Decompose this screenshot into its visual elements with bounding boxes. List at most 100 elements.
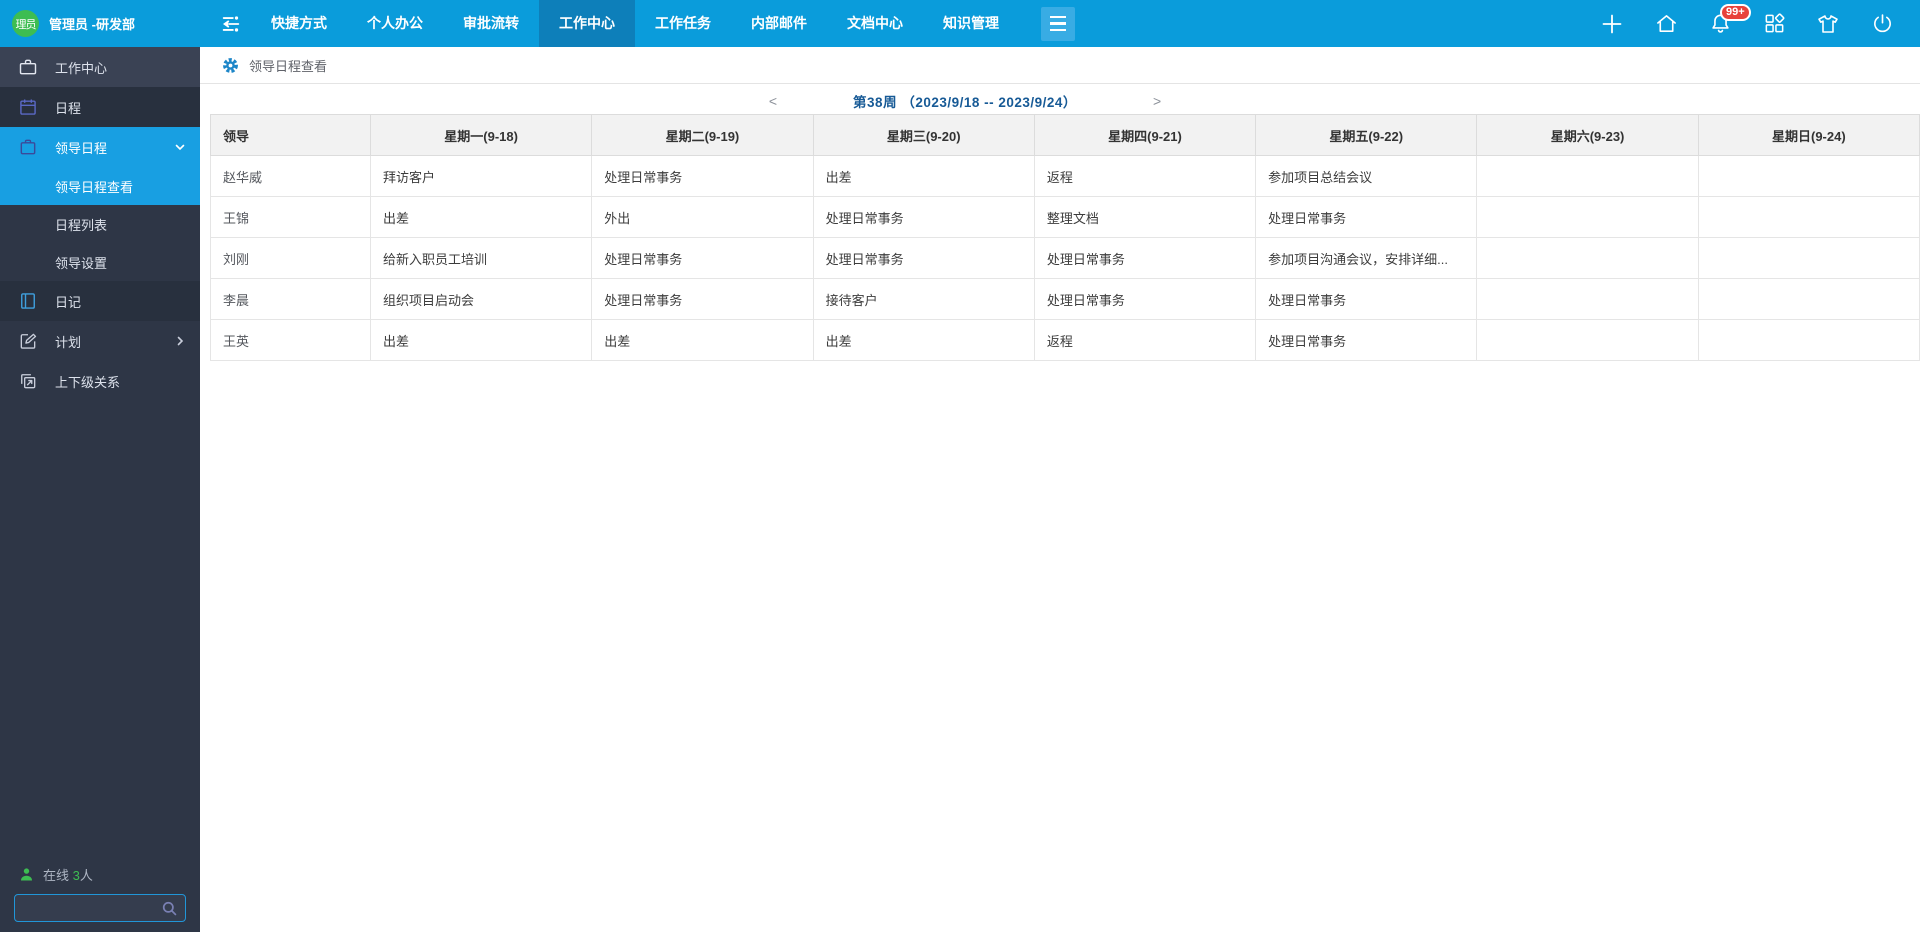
top-menu-item[interactable]: 个人办公 bbox=[347, 0, 443, 47]
schedule-cell: 处理日常事务 bbox=[592, 238, 813, 279]
schedule-cell: 外出 bbox=[592, 197, 813, 238]
column-header-day: 星期四(9-21) bbox=[1034, 115, 1255, 156]
notifications-icon[interactable]: 99+ bbox=[1708, 12, 1732, 36]
schedule-cell: 处理日常事务 bbox=[1256, 279, 1477, 320]
notification-badge: 99+ bbox=[1720, 4, 1751, 21]
sidebar-search-box bbox=[14, 894, 186, 922]
sidebar-item-hierarchy[interactable]: 上下级关系 bbox=[0, 361, 200, 401]
page-title: 领导日程查看 bbox=[249, 56, 327, 75]
sidebar-item-schedule[interactable]: 日程 bbox=[0, 87, 200, 127]
top-menu-item[interactable]: 审批流转 bbox=[443, 0, 539, 47]
relation-icon bbox=[18, 371, 38, 391]
page-header: 领导日程查看 bbox=[200, 47, 1920, 84]
schedule-cell bbox=[1698, 238, 1919, 279]
schedule-row: 王英出差出差出差返程处理日常事务 bbox=[211, 320, 1920, 361]
sidebar-item-diary[interactable]: 日记 bbox=[0, 281, 200, 321]
schedule-cell: 处理日常事务 bbox=[592, 156, 813, 197]
logout-icon[interactable] bbox=[1870, 12, 1894, 36]
schedule-table-wrapper: 领导星期一(9-18)星期二(9-19)星期三(9-20)星期四(9-21)星期… bbox=[210, 114, 1920, 361]
sidebar-item-leader-schedule[interactable]: 领导日程 bbox=[0, 127, 200, 167]
leader-name-cell: 赵华威 bbox=[211, 156, 371, 197]
leader-name-cell: 王英 bbox=[211, 320, 371, 361]
sidebar-item-label: 日记 bbox=[55, 292, 186, 311]
previous-week-button[interactable]: < bbox=[763, 93, 783, 109]
schedule-cell: 组织项目启动会 bbox=[371, 279, 592, 320]
schedule-cell bbox=[1477, 320, 1698, 361]
schedule-cell: 处理日常事务 bbox=[1034, 279, 1255, 320]
sidebar-subitem-schedule-list[interactable]: 日程列表 bbox=[0, 205, 200, 243]
sidebar: 工作中心 日程 领导日程 领导日程查看 日程列表 领导设置 日记 bbox=[0, 47, 200, 932]
schedule-cell: 出差 bbox=[371, 197, 592, 238]
sidebar-subitem-label: 领导日程查看 bbox=[55, 177, 133, 196]
schedule-cell: 给新入职员工培训 bbox=[371, 238, 592, 279]
schedule-row: 刘刚给新入职员工培训处理日常事务处理日常事务处理日常事务参加项目沟通会议，安排详… bbox=[211, 238, 1920, 279]
schedule-cell: 处理日常事务 bbox=[813, 238, 1034, 279]
online-label: 在线 3人 bbox=[43, 865, 93, 884]
sidebar-item-label: 计划 bbox=[55, 332, 174, 351]
schedule-cell bbox=[1477, 197, 1698, 238]
schedule-cell bbox=[1698, 197, 1919, 238]
schedule-cell: 返程 bbox=[1034, 156, 1255, 197]
schedule-cell: 参加项目总结会议 bbox=[1256, 156, 1477, 197]
schedule-cell: 返程 bbox=[1034, 320, 1255, 361]
calendar-icon bbox=[18, 97, 38, 117]
schedule-cell: 出差 bbox=[592, 320, 813, 361]
sidebar-subitem-leader-settings[interactable]: 领导设置 bbox=[0, 243, 200, 281]
table-header-row: 领导星期一(9-18)星期二(9-19)星期三(9-20)星期四(9-21)星期… bbox=[211, 115, 1920, 156]
week-range-label: 第38周 （2023/9/18 -- 2023/9/24） bbox=[853, 91, 1077, 111]
column-header-day: 星期日(9-24) bbox=[1698, 115, 1919, 156]
schedule-cell: 处理日常事务 bbox=[1034, 238, 1255, 279]
online-count: 3 bbox=[73, 868, 80, 883]
more-menu-button[interactable] bbox=[1041, 7, 1075, 41]
top-menu-item[interactable]: 工作中心 bbox=[539, 0, 635, 47]
column-header-day: 星期二(9-19) bbox=[592, 115, 813, 156]
column-header-day: 星期五(9-22) bbox=[1256, 115, 1477, 156]
column-header-leader: 领导 bbox=[211, 115, 371, 156]
schedule-cell bbox=[1698, 156, 1919, 197]
leader-schedule-table: 领导星期一(9-18)星期二(9-19)星期三(9-20)星期四(9-21)星期… bbox=[210, 114, 1920, 361]
schedule-cell: 处理日常事务 bbox=[1256, 197, 1477, 238]
sidebar-item-label: 领导日程 bbox=[55, 138, 174, 157]
leader-schedule-icon bbox=[18, 137, 38, 157]
schedule-cell: 接待客户 bbox=[813, 279, 1034, 320]
topbar-icons: 99+ bbox=[1600, 12, 1894, 36]
sidebar-item-label: 日程 bbox=[55, 98, 186, 117]
sidebar-item-plan[interactable]: 计划 bbox=[0, 321, 200, 361]
home-icon[interactable] bbox=[1654, 12, 1678, 36]
top-menu-item[interactable]: 知识管理 bbox=[923, 0, 1019, 47]
sidebar-item-label: 工作中心 bbox=[55, 58, 186, 77]
top-menu: 快捷方式个人办公审批流转工作中心工作任务内部邮件文档中心知识管理 bbox=[251, 0, 1019, 47]
edit-icon bbox=[18, 331, 38, 351]
search-icon[interactable] bbox=[160, 899, 179, 918]
leader-name-cell: 王锦 bbox=[211, 197, 371, 238]
online-panel: 在线 3人 bbox=[0, 865, 200, 922]
schedule-cell: 处理日常事务 bbox=[592, 279, 813, 320]
column-header-day: 星期三(9-20) bbox=[813, 115, 1034, 156]
top-menu-item[interactable]: 内部邮件 bbox=[731, 0, 827, 47]
next-week-button[interactable]: > bbox=[1147, 93, 1167, 109]
collapse-sidebar-icon[interactable] bbox=[211, 0, 251, 47]
schedule-cell: 拜访客户 bbox=[371, 156, 592, 197]
apps-icon[interactable] bbox=[1762, 12, 1786, 36]
current-user[interactable]: 理员 管理员 -研发部 bbox=[0, 10, 205, 37]
theme-icon[interactable] bbox=[1816, 12, 1840, 36]
schedule-cell bbox=[1698, 320, 1919, 361]
chevron-down-icon bbox=[174, 141, 186, 153]
leader-name-cell: 李晨 bbox=[211, 279, 371, 320]
schedule-row: 李晨组织项目启动会处理日常事务接待客户处理日常事务处理日常事务 bbox=[211, 279, 1920, 320]
add-icon[interactable] bbox=[1600, 12, 1624, 36]
search-input[interactable] bbox=[15, 895, 153, 921]
top-menu-item[interactable]: 文档中心 bbox=[827, 0, 923, 47]
chevron-right-icon bbox=[174, 335, 186, 347]
schedule-cell: 出差 bbox=[813, 320, 1034, 361]
sidebar-item-work-center[interactable]: 工作中心 bbox=[0, 47, 200, 87]
top-menu-item[interactable]: 工作任务 bbox=[635, 0, 731, 47]
schedule-cell bbox=[1477, 156, 1698, 197]
gear-icon[interactable] bbox=[222, 57, 239, 74]
sidebar-item-label: 上下级关系 bbox=[55, 372, 186, 391]
schedule-row: 王锦出差外出处理日常事务整理文档处理日常事务 bbox=[211, 197, 1920, 238]
schedule-cell: 处理日常事务 bbox=[813, 197, 1034, 238]
top-menu-item[interactable]: 快捷方式 bbox=[251, 0, 347, 47]
sidebar-subitem-leader-schedule-view[interactable]: 领导日程查看 bbox=[0, 167, 200, 205]
avatar[interactable]: 理员 bbox=[12, 10, 39, 37]
